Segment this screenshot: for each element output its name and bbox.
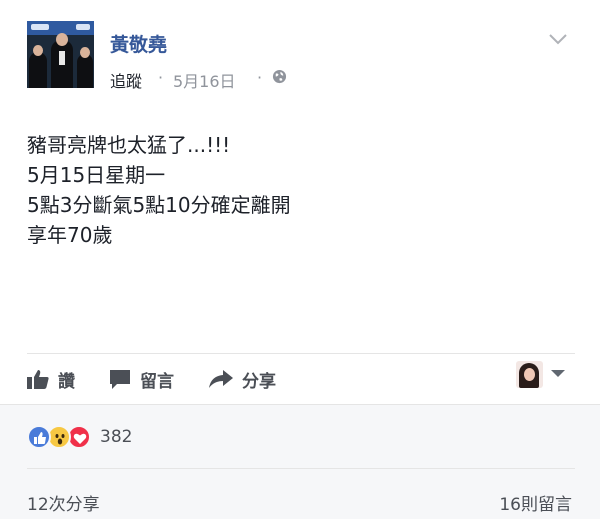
post-line: 5月15日星期一 [27, 163, 166, 187]
thumbs-up-icon [27, 370, 49, 389]
share-label: 分享 [242, 371, 276, 392]
reaction-summary[interactable]: 382 [27, 424, 132, 450]
comment-button[interactable]: 留言 [108, 366, 174, 392]
reaction-count: 382 [100, 427, 133, 447]
author-avatar[interactable] [27, 21, 94, 88]
like-reaction-icon [27, 425, 51, 449]
post-date[interactable]: 5月16日 [173, 68, 236, 92]
meta-separator: · [257, 68, 263, 87]
shares-count-link[interactable]: 12次分享 [27, 490, 100, 515]
divider [27, 353, 575, 354]
share-arrow-icon [209, 370, 233, 388]
post-line: 豬哥亮牌也太猛了...!!! [27, 133, 231, 157]
divider [27, 468, 575, 469]
chevron-down-icon[interactable] [548, 32, 568, 46]
meta-separator: · [158, 68, 164, 87]
post-line: 享年70歲 [27, 223, 113, 247]
comments-count-link[interactable]: 16則留言 [499, 490, 572, 515]
author-name[interactable]: 黃敬堯 [110, 30, 167, 57]
comment-icon [110, 370, 130, 389]
facebook-post: 黃敬堯 追蹤 · 5月16日 · 豬哥亮牌也太猛了...!!! 5月15日星期一… [0, 0, 600, 519]
like-button[interactable]: 讚 [26, 366, 75, 392]
caret-down-icon[interactable] [551, 370, 565, 377]
follow-link[interactable]: 追蹤 [110, 68, 142, 92]
post-line: 5點3分斷氣5點10分確定離開 [27, 193, 291, 217]
post-body: 豬哥亮牌也太猛了...!!! 5月15日星期一 5點3分斷氣5點10分確定離開 … [27, 130, 291, 250]
share-button[interactable]: 分享 [208, 366, 276, 392]
viewer-avatar[interactable] [516, 361, 543, 388]
like-label: 讚 [58, 371, 75, 392]
comment-label: 留言 [140, 371, 174, 392]
globe-icon[interactable] [272, 69, 287, 84]
